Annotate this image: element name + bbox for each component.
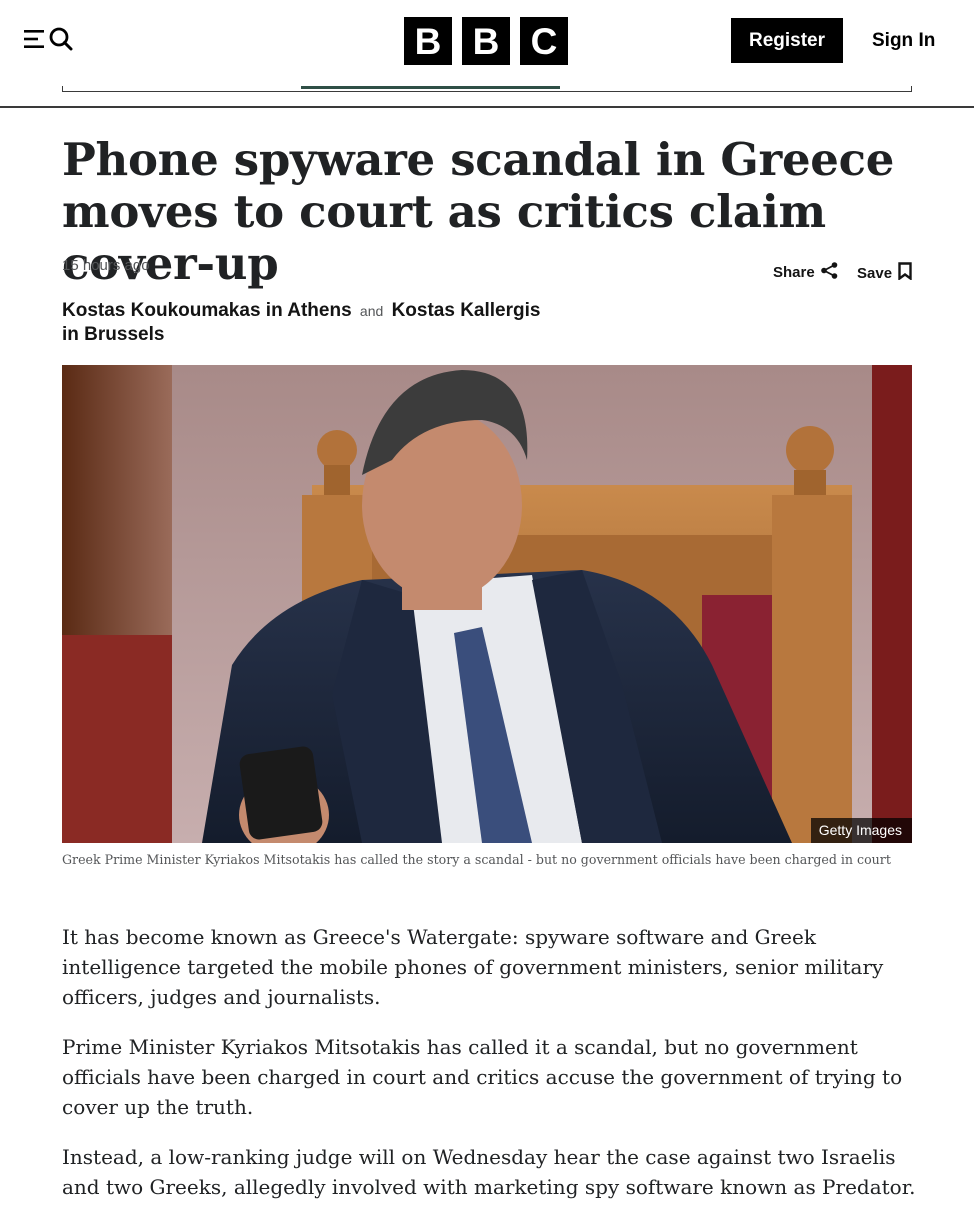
logo-letter: C — [520, 17, 568, 65]
article-paragraph: It has become known as Greece's Watergat… — [62, 925, 884, 1009]
advert-strip — [62, 86, 912, 92]
logo-letter: B — [404, 17, 452, 65]
save-button[interactable]: Save — [857, 262, 912, 284]
hero-photo — [62, 365, 912, 843]
header-divider — [0, 106, 974, 108]
image-caption: Greek Prime Minister Kyriakos Mitsotakis… — [62, 852, 891, 867]
byline-conjunction: and — [359, 303, 384, 319]
hero-image: Getty Images — [62, 365, 912, 843]
share-button[interactable]: Share — [773, 262, 838, 283]
site-header: B B C Register Sign In — [0, 0, 974, 88]
logo-letter: B — [462, 17, 510, 65]
share-label: Share — [773, 264, 815, 281]
author-link[interactable]: Kostas Koukoumakas in Athens — [62, 300, 352, 321]
image-credit: Getty Images — [810, 818, 912, 843]
register-button[interactable]: Register — [731, 18, 843, 63]
menu-icon[interactable] — [24, 28, 46, 55]
article-timestamp: 15 hours ago — [62, 257, 150, 274]
bookmark-icon — [898, 262, 912, 284]
save-label: Save — [857, 264, 893, 282]
bbc-logo[interactable]: B B C — [404, 17, 568, 65]
sign-in-link[interactable]: Sign In — [872, 18, 935, 63]
share-icon — [820, 262, 838, 283]
search-icon[interactable] — [49, 27, 73, 56]
article-paragraph: Instead, a low-ranking judge will on Wed… — [62, 1145, 916, 1199]
article-body: It has become known as Greece's Watergat… — [62, 922, 922, 1222]
article-paragraph: Prime Minister Kyriakos Mitsotakis has c… — [62, 1035, 903, 1119]
article-byline: Kostas Koukoumakas in Athens and Kostas … — [62, 299, 562, 347]
menu-search-button[interactable] — [24, 26, 74, 56]
advert-strip-fill — [301, 86, 560, 89]
